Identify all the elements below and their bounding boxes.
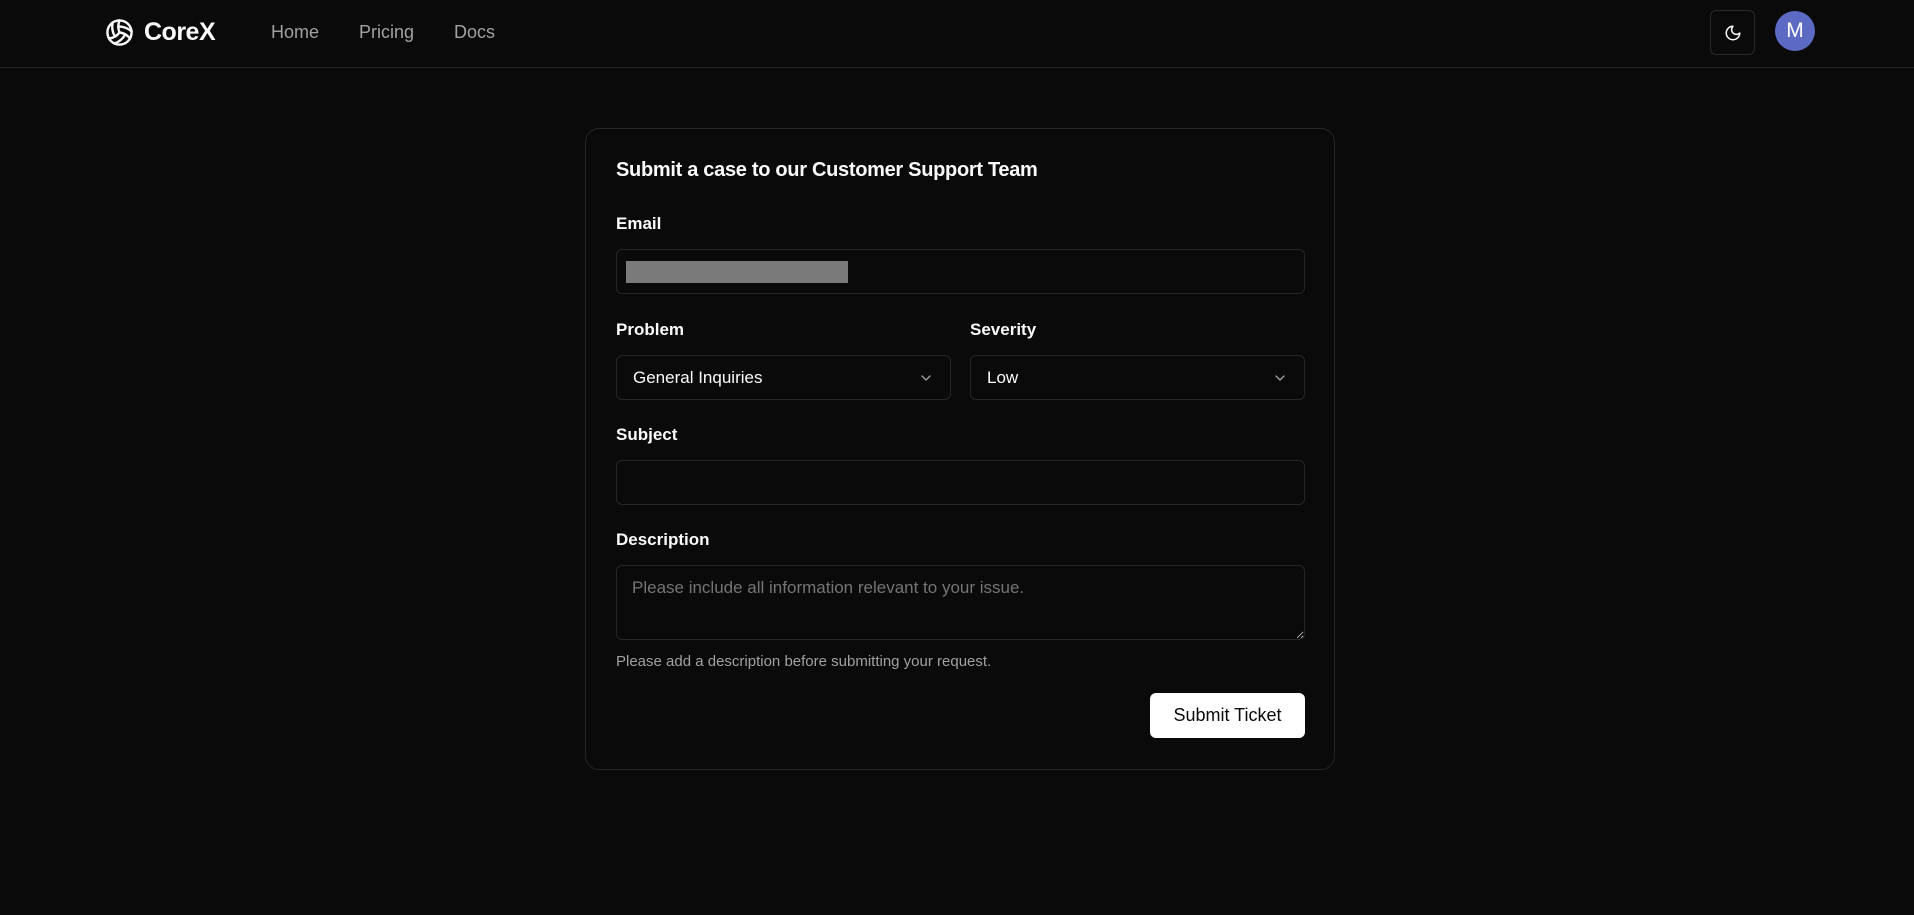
submit-ticket-button[interactable]: Submit Ticket [1150, 693, 1305, 738]
redacted-email-value [626, 261, 848, 283]
theme-toggle-button[interactable] [1710, 10, 1755, 55]
moon-icon [1725, 25, 1740, 40]
nav-link-home[interactable]: Home [271, 21, 319, 43]
brand-name: CoreX [144, 17, 216, 46]
severity-label: Severity [970, 320, 1037, 339]
description-label: Description [616, 530, 710, 549]
support-ticket-card: Submit a case to our Customer Support Te… [585, 128, 1335, 770]
severity-select[interactable]: Low [970, 355, 1305, 400]
subject-input[interactable] [616, 460, 1305, 505]
main-nav: Home Pricing Docs [271, 21, 495, 43]
description-helper-text: Please add a description before submitti… [616, 653, 992, 670]
chevron-down-icon [921, 374, 931, 381]
chevron-down-icon [1275, 374, 1285, 381]
severity-selected-value: Low [987, 367, 1019, 387]
problem-select[interactable]: General Inquiries [616, 355, 951, 400]
nav-link-docs[interactable]: Docs [454, 21, 495, 43]
subject-label: Subject [616, 425, 678, 444]
description-textarea[interactable] [616, 565, 1305, 640]
email-label: Email [616, 214, 662, 233]
email-field[interactable] [616, 249, 1305, 294]
user-avatar[interactable]: M [1775, 11, 1815, 51]
brand-logo-link[interactable]: CoreX [105, 17, 216, 47]
volleyball-icon [106, 18, 133, 46]
form-title: Submit a case to our Customer Support Te… [616, 159, 1038, 181]
problem-label: Problem [616, 320, 685, 339]
top-navbar: CoreX Home Pricing Docs M [0, 0, 1914, 68]
problem-selected-value: General Inquiries [633, 367, 763, 387]
nav-link-pricing[interactable]: Pricing [359, 21, 414, 43]
